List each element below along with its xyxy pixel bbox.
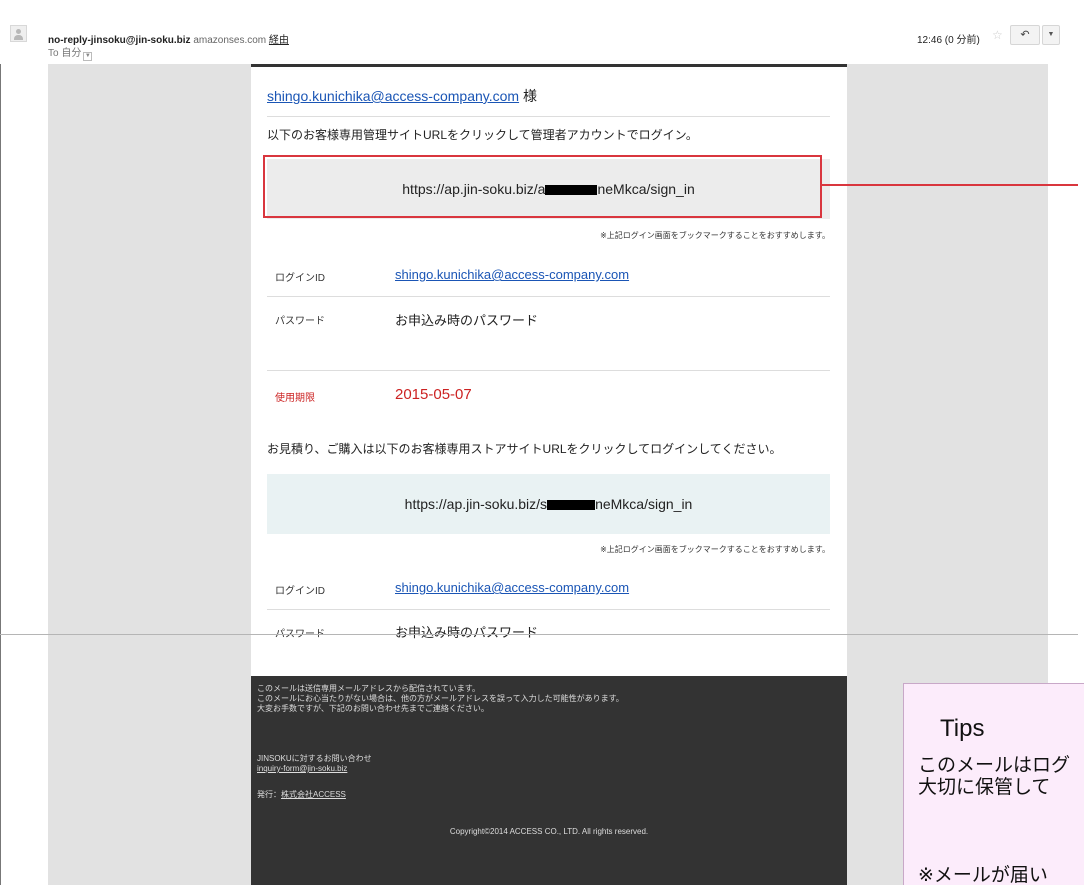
footer-notice-1: このメールは送信専用メールアドレスから配信されています。 (257, 684, 480, 693)
salutation: shingo.kunichika@access-company.com 様 (267, 86, 830, 106)
email-footer: このメールは送信専用メールアドレスから配信されています。 このメールにお心当たり… (251, 676, 847, 885)
honorific: 様 (522, 88, 537, 104)
star-icon[interactable]: ☆ (992, 28, 1003, 42)
contact-email-link[interactable]: inquiry-form@jin-soku.biz (257, 764, 347, 773)
store-url-link[interactable]: https://ap.jin-soku.biz/s neMkca/sign_in (267, 474, 830, 534)
store-password-row: パスワード お申込み時のパスワード (267, 610, 830, 648)
show-details-icon[interactable]: ▼ (83, 52, 93, 61)
tips-panel: Tips このメールはログ 大切に保管して ※メールが届い (903, 683, 1084, 885)
expiry-label: 使用期限 (275, 393, 315, 404)
message-time: 12:46 (0 分前) (917, 35, 980, 46)
password-row: パスワード お申込み時のパスワード (267, 297, 830, 335)
reply-button[interactable]: ↶ (1010, 25, 1040, 45)
divider (267, 116, 830, 117)
login-id-label: ログインID (275, 273, 325, 284)
admin-intro: 以下のお客様専用管理サイトURLをクリックして管理者アカウントでログイン。 (267, 128, 698, 142)
login-id-row: ログインID shingo.kunichika@access-company.c… (267, 257, 830, 295)
password-value: お申込み時のパスワード (395, 625, 539, 640)
bookmark-note: ※上記ログイン画面をブックマークすることをおすすめします。 (600, 231, 830, 240)
password-value: お申込み時のパスワード (395, 313, 539, 328)
footer-notice-2: このメールにお心当たりがない場合は、他の方がメールアドレスを誤って入力した可能性… (257, 694, 624, 703)
password-label: パスワード (275, 316, 325, 327)
contact-heading: JINSOKUに対するお問い合わせ (257, 754, 372, 763)
message-header: no-reply-jinsoku@jin-soku.biz amazonses.… (0, 0, 1084, 64)
footer-notice-3: 大変お手数ですが、下記のお問い合わせ先までご連絡ください。 (257, 704, 489, 713)
expiry-row: 使用期限 2015-05-07 (267, 371, 830, 409)
recipient-line: To 自分 ▼ (48, 44, 93, 61)
tips-title: Tips (940, 715, 985, 742)
dropdown-icon: ▼ (1047, 31, 1055, 38)
avatar (10, 25, 27, 42)
bookmark-note: ※上記ログイン画面をブックマークすることをおすすめします。 (600, 545, 830, 554)
callout-pointer-line (822, 184, 1078, 186)
expiry-value: 2015-05-07 (395, 386, 472, 403)
via-link[interactable]: 経由 (269, 35, 289, 46)
login-id-link[interactable]: shingo.kunichika@access-company.com (395, 267, 629, 282)
contact-line: inquiry-form@jin-soku.biz (257, 764, 347, 774)
tips-text-line-2: 大切に保管して (918, 777, 1051, 798)
copyright: Copyright©2014 ACCESS CO., LTD. All righ… (449, 827, 649, 836)
password-label: パスワード (275, 625, 325, 640)
store-url-part2: neMkca/sign_in (595, 496, 693, 512)
login-id-link[interactable]: shingo.kunichika@access-company.com (395, 580, 629, 595)
reply-icon: ↶ (1020, 29, 1030, 41)
redaction (547, 500, 596, 511)
publisher-link[interactable]: 株式会社ACCESS (281, 790, 346, 799)
publisher-line: 発行：株式会社ACCESS (257, 790, 346, 800)
login-id-label: ログインID (275, 586, 325, 597)
store-url-part1: https://ap.jin-soku.biz/s (404, 496, 548, 512)
store-intro: お見積り、ご購入は以下のお客様専用ストアサイトURLをクリックしてログインしてく… (267, 442, 782, 456)
viewport-fold-line (0, 634, 1078, 635)
admin-url-highlight (263, 155, 822, 218)
more-options-button[interactable]: ▼ (1042, 25, 1060, 45)
salutation-email-link[interactable]: shingo.kunichika@access-company.com (267, 88, 519, 104)
tips-text-line-3: ※メールが届い (918, 865, 1048, 885)
via-domain: amazonses.com (193, 35, 267, 46)
publisher-label: 発行： (257, 790, 281, 799)
store-login-id-row: ログインID shingo.kunichika@access-company.c… (267, 570, 830, 608)
to-label: To 自分 (48, 48, 82, 59)
